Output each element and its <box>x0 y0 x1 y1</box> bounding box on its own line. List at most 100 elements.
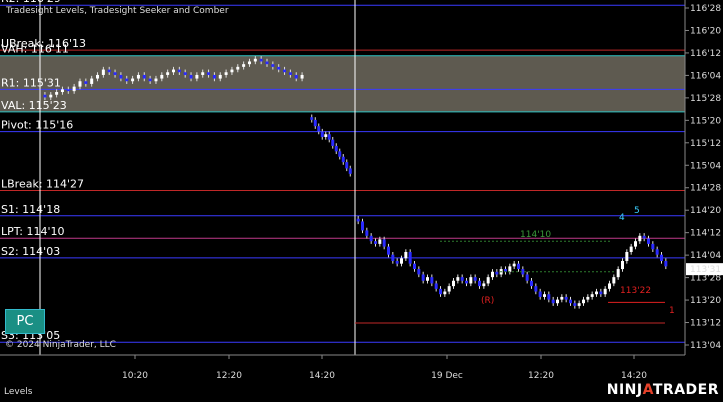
candle-body <box>224 72 228 75</box>
candle-body <box>465 280 468 284</box>
candle-body <box>560 296 564 300</box>
price-tick-label: 115'20 <box>690 116 721 126</box>
candle-body <box>345 162 349 169</box>
candle-body <box>84 81 88 84</box>
level-label: LBreak: 114'27 <box>1 178 84 191</box>
price-tick-label: 116'28 <box>690 4 721 14</box>
time-tick-label: 14:20 <box>621 371 647 381</box>
candle-body <box>271 64 275 67</box>
candle-body <box>634 241 637 247</box>
level-label: VAH: 116'11 <box>1 43 69 56</box>
candle-body <box>183 72 187 75</box>
annotation: 114'10 <box>520 230 551 240</box>
price-chart[interactable]: R2: 116'29UBreak: 116'13VAH: 116'11R1: 1… <box>0 0 723 402</box>
time-tick-label: 14:20 <box>309 371 335 381</box>
candle-body <box>125 78 129 82</box>
candle-body <box>495 271 499 275</box>
candle-body <box>374 241 377 244</box>
price-tick-label: 113'20 <box>690 296 721 306</box>
candle-body <box>408 251 412 264</box>
candle-body <box>259 58 263 62</box>
candle-body <box>660 254 663 261</box>
logo-part-1: NINJ <box>606 382 643 398</box>
time-tick-label: 12:20 <box>528 371 554 381</box>
price-tick-label: 113'04 <box>690 341 721 351</box>
candle-body <box>647 238 650 244</box>
candle-body <box>547 294 551 300</box>
annotation: 113'22 <box>620 286 651 296</box>
candle-body <box>365 230 369 236</box>
value-area-rect <box>0 55 685 112</box>
candle-body <box>66 89 70 92</box>
candle-body <box>331 139 335 146</box>
candle-body <box>341 156 345 163</box>
candle-body <box>525 274 529 281</box>
candle-body <box>608 283 611 289</box>
candle-body <box>564 296 568 300</box>
candle-body <box>43 94 47 98</box>
candle-body <box>395 260 399 264</box>
candle-body <box>599 291 603 295</box>
footer-label: Levels <box>4 387 33 397</box>
candle-body <box>96 74 100 79</box>
chart-title: Tradesight Levels, Tradesight Seeker and… <box>5 6 229 16</box>
candle-body <box>456 277 460 281</box>
candle-body <box>573 303 577 306</box>
price-axis[interactable]: 116'28 116'20 116'12 116'04 115'28 115'20 115'… <box>684 0 723 355</box>
candle-body <box>310 117 314 120</box>
candle-body <box>320 131 324 137</box>
price-tick-label: 116'04 <box>690 71 721 81</box>
candle-body <box>177 69 181 73</box>
candle-body <box>166 72 170 75</box>
time-tick-label: 10:20 <box>122 371 148 381</box>
candle-body <box>534 286 538 292</box>
candle-body <box>569 299 572 304</box>
candle-body <box>288 72 292 75</box>
candle-body <box>327 134 331 140</box>
candle-body <box>530 280 533 287</box>
level-label: S1: 114'18 <box>1 203 60 216</box>
candle-body <box>348 168 352 174</box>
candle-body <box>160 74 164 79</box>
time-tick-label: 19 Dec <box>431 371 463 381</box>
candle-body <box>413 263 416 270</box>
price-tick-label: 115'04 <box>690 161 721 171</box>
annotation: 4 <box>619 213 625 223</box>
candle-body <box>207 72 211 75</box>
logo-part-2: TRADER <box>652 382 719 398</box>
price-tick-label: 113'12 <box>690 319 721 329</box>
candle-body <box>60 89 64 93</box>
candle-body <box>136 74 140 79</box>
candle-body <box>421 274 425 281</box>
candle-body <box>616 269 620 278</box>
candle-body <box>101 69 105 75</box>
value-area-band <box>0 55 685 112</box>
level-label: S2: 114'03 <box>1 245 60 258</box>
candle-body <box>612 277 616 284</box>
candle-body <box>404 251 408 259</box>
candle-body <box>283 69 287 73</box>
candle-body <box>90 78 94 84</box>
logo-part-accent: A <box>642 382 653 398</box>
candle-body <box>294 74 298 79</box>
candle-body <box>556 299 559 304</box>
candle-body <box>300 74 304 79</box>
candle-body <box>369 235 373 242</box>
candle-body <box>473 277 477 281</box>
pc-button[interactable]: PC <box>5 309 45 334</box>
candle-body <box>382 239 386 247</box>
candle-body <box>313 119 317 127</box>
candle-body <box>426 277 429 281</box>
copyright: © 2024 NinjaTrader, LLC <box>5 340 116 350</box>
time-axis[interactable]: 10:20 12:20 14:20 19 Dec 12:20 14:20 <box>0 354 685 381</box>
candle-body <box>78 81 82 87</box>
price-tick-label: 114'20 <box>690 206 721 216</box>
annotation: (R) <box>481 296 494 306</box>
candle-body <box>361 221 364 231</box>
candle-body <box>387 246 390 255</box>
candle-body <box>113 72 117 75</box>
candle-body <box>651 243 655 250</box>
candle-body <box>218 74 222 79</box>
candle-body <box>642 235 646 239</box>
candle-body <box>142 74 146 79</box>
